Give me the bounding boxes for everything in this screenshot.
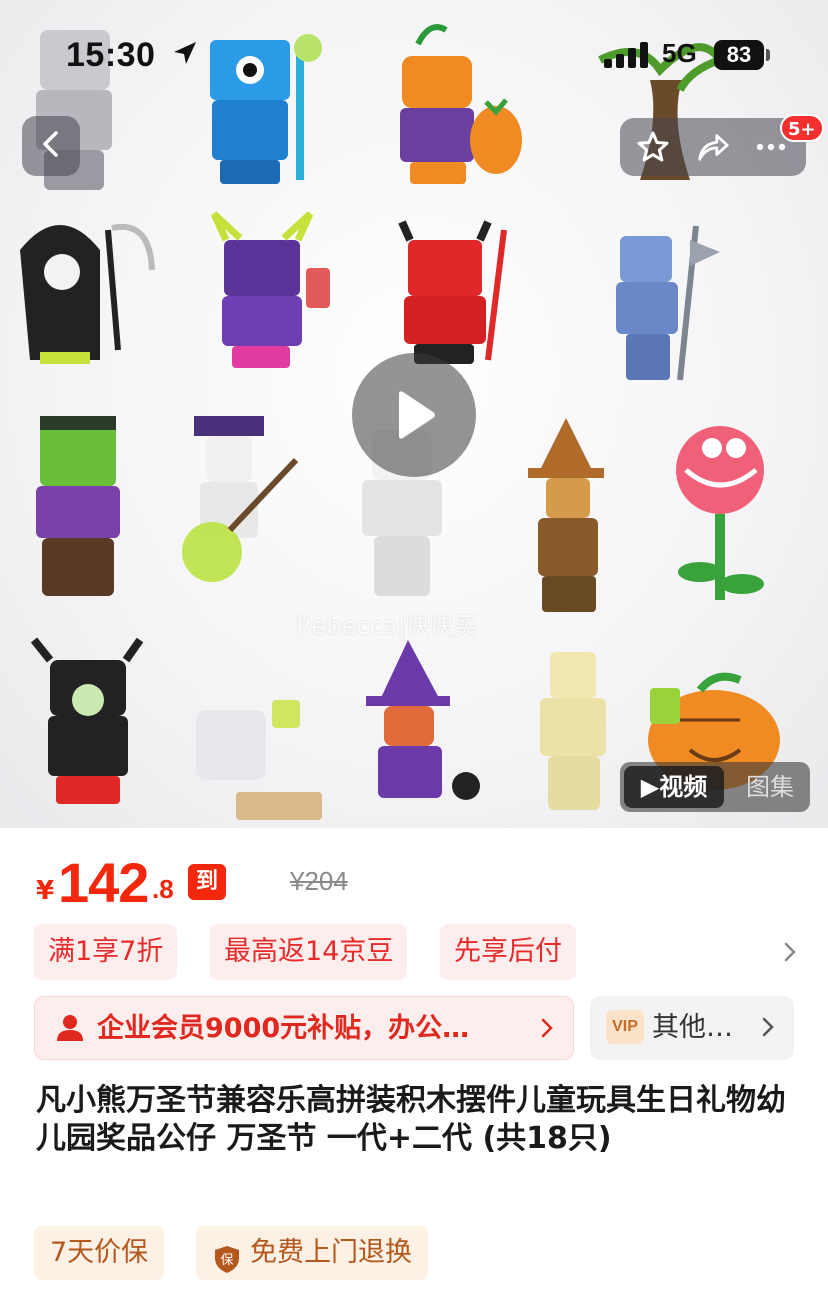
member-benefit-text: 企业会员9000元补贴，办公… [97, 1013, 470, 1044]
vip-label: 其他… [652, 1012, 733, 1043]
promotion-row[interactable]: 满1享7折 最高返14京豆 先享后付 [34, 924, 804, 980]
play-icon [399, 391, 435, 439]
price-protect-chip[interactable]: 7天价保 [34, 1226, 165, 1280]
chevron-right-icon[interactable] [776, 938, 804, 966]
gallery-tab[interactable]: 图集 [738, 766, 802, 808]
product-detail-page: 15:30 5G 83 5+ Rebecca|快快买 ▶视频 图集 ¥ 142 … [0, 0, 828, 1305]
original-price: ¥204 [290, 866, 348, 896]
status-time: 15:30 [66, 36, 156, 74]
star-icon [637, 131, 669, 162]
product-title: 凡小熊万圣节兼容乐高拼装积木摆件儿童玩具生日礼物幼儿园奖品公仔 万圣节 一代+二… [36, 1083, 786, 1156]
signal-icon [604, 42, 652, 73]
promo-chip[interactable]: 满1享7折 [34, 924, 178, 980]
network-label: 5G [662, 38, 697, 68]
price-decimal: .8 [152, 874, 174, 904]
notification-badge: 5+ [780, 114, 824, 142]
devil-purple-figure [210, 211, 330, 368]
witch-figure [366, 640, 480, 800]
location-arrow-icon [170, 38, 200, 73]
horned-mask-figure [30, 637, 144, 804]
piranha-plant-figure [676, 426, 764, 600]
scarecrow-figure [528, 418, 604, 612]
favorite-button[interactable] [636, 130, 670, 164]
share-button[interactable] [696, 130, 730, 164]
red-devil-figure [398, 220, 507, 364]
shield-icon-text: 保 [220, 1253, 233, 1268]
vip-badge: VIP [606, 1010, 644, 1044]
back-button[interactable] [22, 116, 80, 176]
frankenstein-figure [36, 416, 120, 596]
promo-chip[interactable]: 先享后付 [440, 924, 576, 980]
battery-icon: 83 [714, 40, 764, 70]
price-currency: ¥ [36, 876, 55, 906]
promo-chip[interactable]: 最高返14京豆 [210, 924, 408, 980]
ghost-figure [196, 650, 322, 820]
enterprise-member-banner[interactable]: 企业会员9000元补贴，办公… [34, 996, 574, 1060]
chevron-left-icon [38, 129, 64, 163]
battery-tip [766, 49, 770, 61]
chevron-right-icon [760, 1014, 776, 1044]
play-video-button[interactable] [352, 353, 476, 477]
status-bar: 15:30 5G 83 [0, 28, 828, 84]
skeleton-guitar-figure [182, 416, 299, 582]
user-icon [55, 1013, 85, 1047]
final-price-tag: 到手价 [188, 864, 227, 966]
other-vip-button[interactable]: VIP 其他… [590, 996, 794, 1060]
shield-icon: 保 [212, 1239, 242, 1273]
product-media-carousel[interactable]: 15:30 5G 83 5+ Rebecca|快快买 ▶视频 图集 [0, 0, 828, 828]
media-toggle: ▶视频 图集 [620, 762, 810, 812]
price-integer: 142 [58, 851, 149, 914]
chevron-right-icon [539, 1015, 555, 1045]
top-actions [620, 118, 806, 176]
video-tab[interactable]: ▶视频 [624, 766, 724, 808]
mummy-figure [540, 652, 606, 810]
robot-knight-figure [616, 225, 720, 381]
share-icon [698, 134, 729, 161]
free-return-chip[interactable]: 保 免费上门退换 [196, 1226, 428, 1280]
image-watermark: Rebecca|快快买 [296, 612, 478, 640]
reaper-figure [20, 223, 155, 364]
free-return-label: 免费上门退换 [250, 1237, 412, 1268]
